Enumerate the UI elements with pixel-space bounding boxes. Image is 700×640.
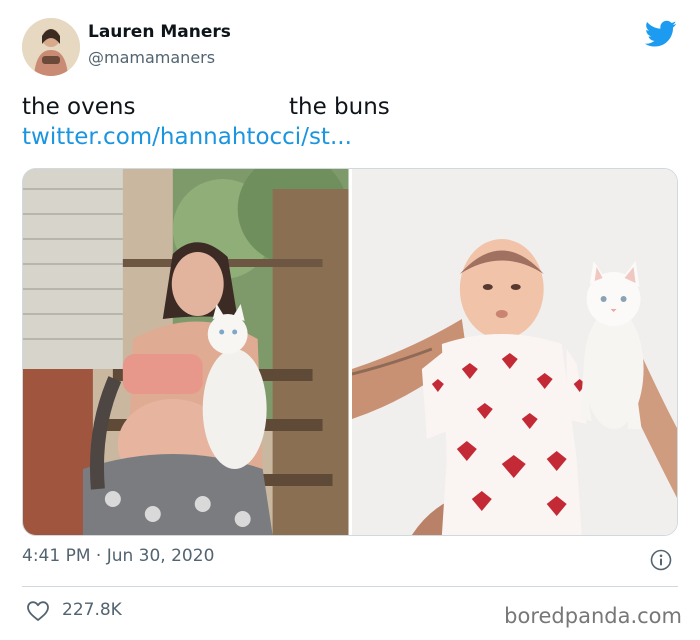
heart-icon[interactable] (26, 600, 50, 622)
pregnant-woman-holding-white-cat-photo[interactable] (23, 169, 349, 535)
twitter-bird-icon[interactable] (644, 20, 677, 48)
author-name[interactable]: Lauren Maners (88, 22, 231, 42)
tweet-media[interactable] (22, 168, 678, 536)
author-handle[interactable]: @mamamaners (88, 48, 215, 67)
avatar[interactable] (22, 18, 80, 76)
tweet-text: the ovens the buns (22, 94, 390, 120)
like-count[interactable]: 227.8K (62, 600, 122, 620)
tweet-link[interactable]: twitter.com/hannahtocci/st... (22, 122, 352, 152)
watermark: boredpanda.com (504, 604, 682, 628)
divider (22, 586, 678, 587)
newborn-baby-holding-white-kitten-photo[interactable] (351, 169, 677, 535)
info-icon[interactable] (650, 549, 672, 571)
tweet-timestamp[interactable]: 4:41 PM · Jun 30, 2020 (22, 546, 214, 566)
